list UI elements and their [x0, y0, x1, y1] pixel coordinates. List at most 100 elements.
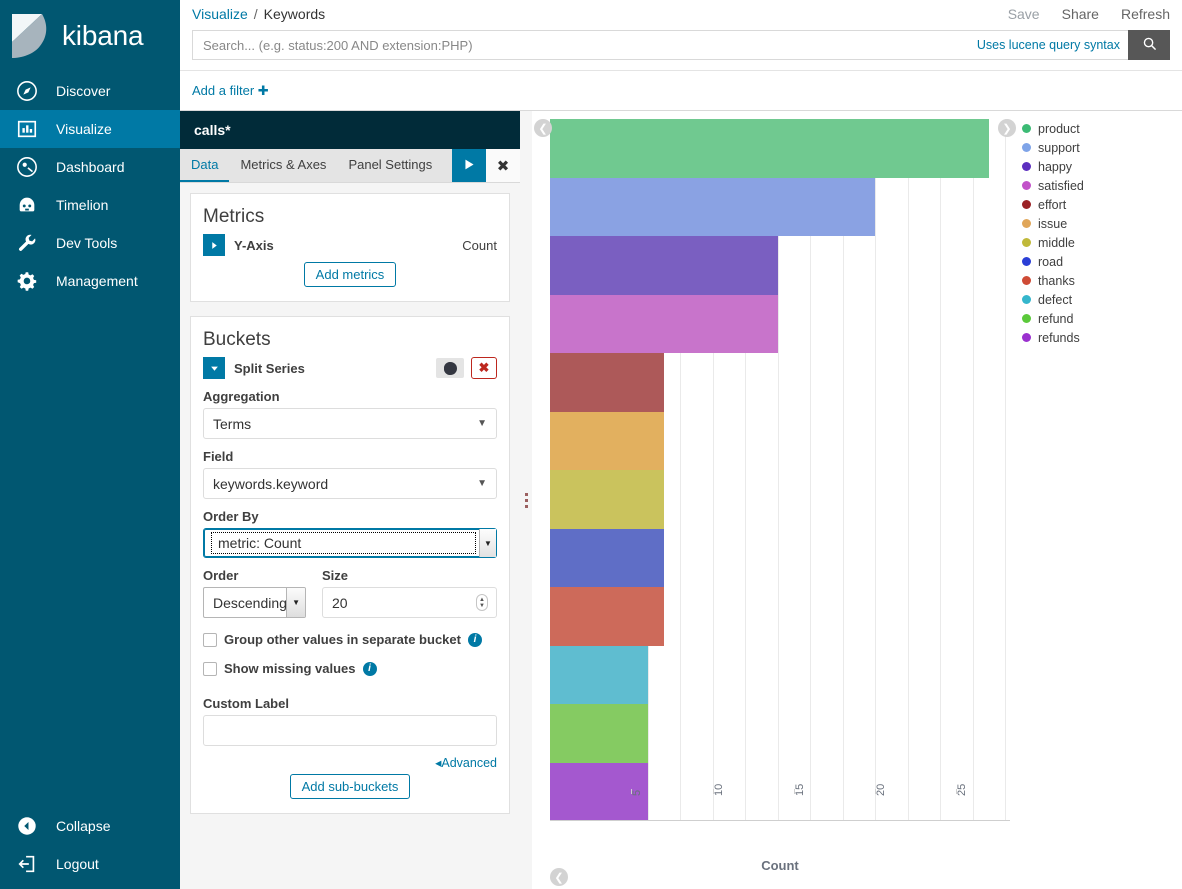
metrics-title: Metrics [203, 206, 497, 228]
top-bar: Visualize / Keywords Save Share Refresh … [180, 0, 1182, 70]
aggregation-select[interactable]: Terms ▼ [203, 408, 497, 439]
size-input[interactable]: 20 ▲▼ [322, 587, 497, 618]
x-tick: 10 [713, 789, 714, 794]
sidebar-item-dev-tools[interactable]: Dev Tools [0, 224, 180, 262]
sidebar-item-dashboard[interactable]: Dashboard [0, 148, 180, 186]
sidebar-item-label: Dev Tools [56, 235, 117, 251]
sidebar-item-visualize[interactable]: Visualize [0, 110, 180, 148]
group-other-row: Group other values in separate bucket i [203, 632, 497, 647]
bar-satisfied[interactable] [550, 295, 778, 354]
legend-item-defect[interactable]: defect [1022, 290, 1182, 309]
order-label: Order [203, 568, 306, 583]
refresh-button[interactable]: Refresh [1121, 6, 1170, 22]
toggle-legend-button[interactable]: ❯ [998, 119, 1016, 137]
bar-happy[interactable] [550, 236, 778, 295]
query-bar: Uses lucene query syntax [192, 30, 1170, 60]
sidebar-item-timelion[interactable]: Timelion [0, 186, 180, 224]
legend-item-effort[interactable]: effort [1022, 195, 1182, 214]
order-value: Descending [204, 588, 286, 617]
bar-effort[interactable] [550, 353, 664, 412]
search-submit-button[interactable] [1128, 30, 1170, 60]
plus-icon: ✚ [258, 83, 269, 98]
bar-refund[interactable] [550, 704, 648, 763]
share-button[interactable]: Share [1062, 6, 1099, 22]
search-input[interactable] [201, 32, 977, 58]
bar-thanks[interactable] [550, 587, 664, 646]
expand-caret-icon[interactable] [203, 234, 225, 256]
chevron-down-icon: ▼ [479, 529, 496, 557]
panel-resize-handle[interactable] [520, 111, 532, 889]
collapse-left-icon [14, 813, 40, 839]
sidebar-spacer [0, 300, 180, 807]
add-filter-button[interactable]: Add a filter ✚ [192, 83, 269, 99]
top-bar-actions: Save Share Refresh [1008, 6, 1170, 22]
legend-color-dot [1022, 276, 1031, 285]
legend-item-refund[interactable]: refund [1022, 309, 1182, 328]
bar-road[interactable] [550, 529, 664, 588]
buckets-card: Buckets Split Series ✖ [190, 316, 510, 814]
add-sub-buckets-button[interactable]: Add sub-buckets [290, 774, 411, 799]
apply-changes-button[interactable] [452, 149, 486, 182]
visibility-toggle-icon[interactable] [436, 358, 464, 378]
info-icon[interactable]: i [468, 633, 482, 647]
order-by-select[interactable]: metric: Count ▼ [203, 528, 497, 558]
legend-item-satisfied[interactable]: satisfied [1022, 176, 1182, 195]
legend-item-product[interactable]: product [1022, 119, 1182, 138]
tab-panel-settings[interactable]: Panel Settings [337, 149, 443, 182]
x-tick: 15 [794, 789, 795, 794]
show-missing-checkbox[interactable] [203, 662, 217, 676]
sidebar-bottom-group: Collapse Logout [0, 807, 180, 889]
legend-item-refunds[interactable]: refunds [1022, 328, 1182, 347]
bar-product[interactable] [550, 119, 989, 178]
add-metrics-button[interactable]: Add metrics [304, 262, 397, 287]
brand-logo[interactable]: kibana [0, 0, 180, 72]
field-value: keywords.keyword [213, 476, 328, 492]
legend-label: middle [1038, 236, 1075, 250]
order-select[interactable]: Descending ▼ [203, 587, 306, 618]
legend-item-issue[interactable]: issue [1022, 214, 1182, 233]
order-group: Order Descending ▼ [203, 558, 306, 618]
legend-color-dot [1022, 143, 1031, 152]
tick-label: 25 [956, 784, 968, 796]
legend-item-thanks[interactable]: thanks [1022, 271, 1182, 290]
collapse-editor-button[interactable]: ❮ [534, 119, 552, 137]
sidebar-item-management[interactable]: Management [0, 262, 180, 300]
field-select[interactable]: keywords.keyword ▼ [203, 468, 497, 499]
legend-label: product [1038, 122, 1080, 136]
number-stepper-icon[interactable]: ▲▼ [476, 594, 488, 611]
tick-label: 20 [875, 784, 887, 796]
breadcrumb-root[interactable]: Visualize [192, 6, 248, 22]
legend-color-dot [1022, 295, 1031, 304]
collapse-bottom-button[interactable]: ❮ [550, 868, 568, 886]
legend-label: refunds [1038, 331, 1080, 345]
lucene-syntax-link[interactable]: Uses lucene query syntax [977, 38, 1120, 52]
bar-support[interactable] [550, 178, 875, 237]
bar-issue[interactable] [550, 412, 664, 471]
legend-color-dot [1022, 333, 1031, 342]
bar-series [550, 119, 1010, 821]
legend-item-middle[interactable]: middle [1022, 233, 1182, 252]
legend-item-road[interactable]: road [1022, 252, 1182, 271]
sidebar-item-discover[interactable]: Discover [0, 72, 180, 110]
tab-data[interactable]: Data [180, 149, 229, 182]
legend-item-support[interactable]: support [1022, 138, 1182, 157]
discard-changes-button[interactable]: ✖ [486, 149, 520, 182]
advanced-toggle[interactable]: ◂Advanced [435, 756, 497, 770]
group-other-checkbox[interactable] [203, 633, 217, 647]
legend-item-happy[interactable]: happy [1022, 157, 1182, 176]
sidebar-logout-button[interactable]: Logout [0, 845, 180, 883]
custom-label-input[interactable] [203, 715, 497, 746]
bar-middle[interactable] [550, 470, 664, 529]
x-axis-title: Count [550, 858, 1010, 873]
sidebar-collapse-button[interactable]: Collapse [0, 807, 180, 845]
bar-defect[interactable] [550, 646, 648, 705]
breadcrumb: Visualize / Keywords Save Share Refresh [192, 0, 1170, 28]
tab-metrics-axes[interactable]: Metrics & Axes [229, 149, 337, 182]
metric-row-y-axis[interactable]: Y-Axis Count [203, 234, 497, 256]
index-pattern-title: calls* [180, 111, 520, 149]
remove-x-icon[interactable]: ✖ [471, 357, 497, 379]
chevron-down-icon: ▼ [477, 478, 487, 489]
collapse-caret-icon[interactable] [203, 357, 225, 379]
info-icon[interactable]: i [363, 662, 377, 676]
save-button[interactable]: Save [1008, 6, 1040, 22]
